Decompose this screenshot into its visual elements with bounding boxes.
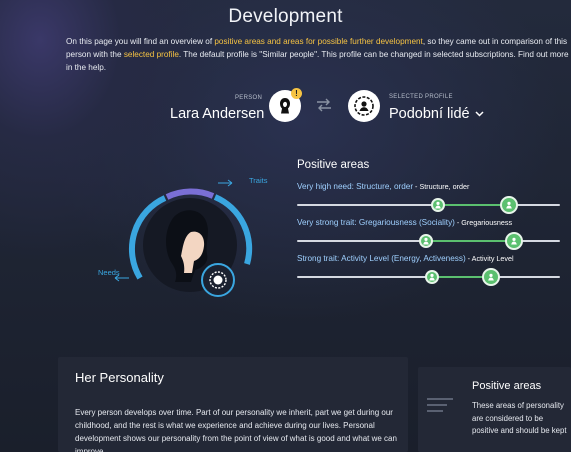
intro-part-1: On this page you will find an overview o… [66, 37, 215, 46]
row-3-sublabel: Activity Level [471, 254, 514, 263]
profile-group-avatar[interactable] [348, 90, 380, 122]
row-3-profile-marker[interactable] [425, 270, 439, 284]
orbit-icon [209, 271, 227, 289]
row-1-person-marker[interactable] [500, 196, 518, 214]
side-title: Positive areas [472, 380, 542, 392]
chevron-down-icon [475, 111, 484, 117]
positive-areas-title: Positive areas [297, 159, 370, 171]
person-name: Lara Andersen [170, 106, 265, 122]
positive-row-2: Very strong trait: Gregariousness (Socia… [297, 218, 560, 250]
personality-card: Her Personality Every person develops ov… [58, 357, 408, 452]
profile-dropdown-value: Podobní lidé [389, 106, 470, 122]
row-2-person-marker[interactable] [505, 232, 523, 250]
person-glyph-icon [506, 201, 512, 209]
personality-text: Every person develops over time. Part of… [75, 408, 397, 452]
row-1-sublabel: Structure, order [419, 182, 470, 191]
row-2-sublabel: Gregariousness [461, 218, 513, 227]
profile-dropdown[interactable]: Podobní lidé [389, 106, 484, 122]
row-1-track [297, 204, 560, 206]
selected-profile-label: SELECTED PROFILE [389, 94, 453, 100]
person-glyph-icon [488, 273, 494, 281]
group-icon [354, 96, 374, 116]
personality-title: Her Personality [75, 370, 164, 385]
person-icon [280, 98, 290, 114]
person-glyph-icon [435, 201, 441, 209]
row-2-label: Very strong trait: Gregariousness (Socia… [297, 218, 455, 227]
wheel-needs-label: Needs [98, 268, 120, 277]
intro-highlight-positive-areas: positive areas and areas for possible fu… [214, 37, 423, 46]
page-title: Development [228, 6, 343, 27]
intro-highlight-selected-profile: selected profile [123, 50, 179, 59]
person-label: PERSON [235, 95, 263, 101]
person-glyph-icon [423, 237, 429, 245]
intro-text: On this page you will find an overview o… [66, 35, 571, 74]
side-positive-card: Positive areas These areas of personalit… [418, 367, 571, 452]
wheel-toggle-button[interactable] [201, 263, 235, 297]
positive-row-1: Very high need: Structure, order - Struc… [297, 182, 560, 214]
side-text: These areas of personality are considere… [472, 401, 567, 435]
row-3-label: Strong trait: Activity Level (Energy, Ac… [297, 254, 466, 263]
row-2-range [426, 240, 514, 242]
row-3-person-marker[interactable] [482, 268, 500, 286]
row-1-profile-marker[interactable] [431, 198, 445, 212]
person-glyph-icon [429, 273, 435, 281]
warning-badge: ! [291, 88, 302, 99]
wheel-traits-label: Traits [249, 176, 268, 185]
row-2-profile-marker[interactable] [419, 234, 433, 248]
personality-wheel [95, 170, 285, 305]
positive-row-3: Strong trait: Activity Level (Energy, Ac… [297, 254, 560, 286]
compare-arrows-icon [314, 98, 334, 117]
person-glyph-icon [511, 237, 517, 245]
row-1-label: Very high need: Structure, order [297, 182, 414, 191]
text-lines-icon [427, 398, 453, 412]
